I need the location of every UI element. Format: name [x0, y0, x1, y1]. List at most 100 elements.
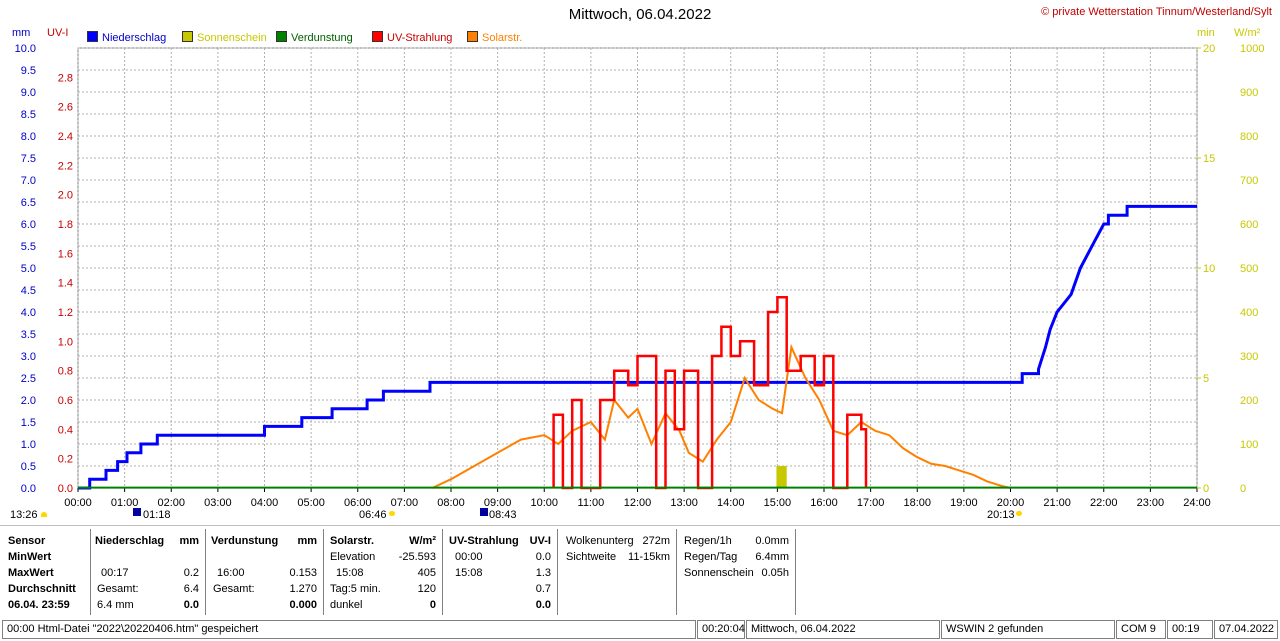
- regen-label1: Regen/1h: [684, 535, 732, 547]
- unit-uv: UV-I: [47, 27, 69, 39]
- unit-min: min: [1197, 27, 1215, 39]
- wm2-tick-label: 200: [1240, 395, 1258, 407]
- x-tick-label: 20:00: [997, 497, 1025, 509]
- nied-title: Niederschlag: [95, 535, 165, 547]
- legend-swatch-icon: [182, 31, 193, 42]
- legend-solar: Solarstr.: [467, 31, 522, 44]
- mm-tick-label: 4.0: [21, 307, 36, 319]
- uv-avg-val: 0.0: [535, 599, 551, 611]
- uv-tick-label: 0.0: [58, 483, 73, 495]
- uv-tick-label: 2.0: [58, 190, 73, 202]
- nied-avg-label: 6.4 mm: [97, 599, 134, 611]
- mm-tick-label: 5.0: [21, 263, 36, 275]
- copyright-note: © private Wetterstation Tinnum/Westerlan…: [1041, 6, 1272, 18]
- sonnenschein-bar: [776, 466, 787, 488]
- regen-label2: Regen/Tag: [684, 551, 738, 563]
- wm2-tick-label: 800: [1240, 131, 1258, 143]
- solar-elev-label: Elevation: [330, 551, 376, 563]
- uv-tick-label: 0.4: [58, 424, 73, 436]
- sunrise-icon: [389, 511, 395, 516]
- panel-wolken: Wolkenunterg 272m Sichtweite 11-15km: [558, 529, 677, 615]
- mm-tick-label: 9.0: [21, 87, 36, 99]
- x-tick-label: 02:00: [157, 497, 185, 509]
- solar-dunkel-label: dunkel: [330, 599, 363, 611]
- solar-dunkel-val: 0: [429, 599, 436, 611]
- panel-divider: [0, 525, 1280, 526]
- label-date: 06.04. 23:59: [8, 599, 70, 611]
- nied-avg-val: 0.0: [183, 599, 199, 611]
- mm-tick-label: 3.0: [21, 351, 36, 363]
- unit-mm: mm: [12, 27, 31, 39]
- status-com: COM 9: [1116, 620, 1166, 639]
- x-tick-label: 06:00: [344, 497, 372, 509]
- x-tick-label: 08:00: [437, 497, 465, 509]
- x-tick-label: 17:00: [857, 497, 885, 509]
- uv-tick-label: 0.2: [58, 454, 73, 466]
- legend-swatch-icon: [276, 31, 287, 42]
- verd-max-val: 0.153: [289, 567, 317, 579]
- x-tick-label: 07:00: [391, 497, 419, 509]
- mm-tick-label: 0.0: [21, 483, 36, 495]
- legend-niederschlag: Niederschlag: [87, 31, 166, 44]
- x-tick-label: 03:00: [204, 497, 232, 509]
- mm-tick-label: 1.0: [21, 439, 36, 451]
- mm-tick-label: 7.0: [21, 175, 36, 187]
- uv-max-time: 15:08: [455, 567, 483, 579]
- wm2-tick-label: 500: [1240, 263, 1258, 275]
- sunset-icon: [1016, 511, 1022, 516]
- x-tick-label: 05:00: [297, 497, 325, 509]
- uv-min-time: 00:00: [455, 551, 483, 563]
- marker-sunset: 20:13: [987, 509, 1015, 521]
- moon-icon: [480, 508, 488, 516]
- legend-swatch-icon: [467, 31, 478, 42]
- min-tick-label: 10: [1203, 263, 1215, 275]
- mm-tick-label: 3.5: [21, 329, 36, 341]
- uv-max-val: 1.3: [535, 567, 551, 579]
- x-tick-label: 13:00: [670, 497, 698, 509]
- x-tick-label: 12:00: [624, 497, 652, 509]
- mm-tick-label: 8.5: [21, 109, 36, 121]
- uv-tick-label: 1.6: [58, 248, 73, 260]
- x-tick-label: 11:00: [578, 497, 605, 509]
- legend-sonnenschein: Sonnenschein: [182, 31, 267, 44]
- min-tick-label: 20: [1203, 43, 1215, 55]
- uv-title: UV-Strahlung: [449, 535, 519, 547]
- status-date: Mittwoch, 06.04.2022: [746, 620, 940, 639]
- panel-uv: UV-Strahlung UV-I 00:00 0.0 15:08 1.3 0.…: [443, 529, 558, 615]
- uv-tick-label: 1.4: [58, 278, 73, 290]
- mm-tick-label: 2.0: [21, 395, 36, 407]
- wolk-val1: 272m: [642, 535, 670, 547]
- status-time2: 00:19: [1167, 620, 1213, 639]
- marker-sunrise: 06:46: [359, 509, 387, 521]
- wm2-tick-label: 600: [1240, 219, 1258, 231]
- regen-val3: 0.05h: [761, 567, 789, 579]
- nied-unit: mm: [179, 535, 199, 547]
- mm-tick-label: 4.5: [21, 285, 36, 297]
- wolk-label1: Wolkenunterg: [566, 535, 634, 547]
- moon-icon: [133, 508, 141, 516]
- mm-tick-label: 2.5: [21, 373, 36, 385]
- panel-verdunstung: Verdunstung mm 16:00 0.153 Gesamt: 1.270…: [205, 529, 324, 615]
- solar-elev-val: -25.593: [398, 551, 436, 563]
- regen-val1: 0.0mm: [755, 535, 789, 547]
- wm2-tick-label: 1000: [1240, 43, 1264, 55]
- uv-tick-label: 1.2: [58, 307, 73, 319]
- wm2-tick-label: 0: [1240, 483, 1246, 495]
- nied-max-time: 00:17: [101, 567, 129, 579]
- status-wswin: WSWIN 2 gefunden: [941, 620, 1115, 639]
- mm-tick-label: 1.5: [21, 417, 36, 429]
- panel-labels: Sensor MinWert MaxWert Durchschnitt 06.0…: [4, 529, 86, 615]
- verd-unit: mm: [297, 535, 317, 547]
- x-tick-label: 24:00: [1183, 497, 1211, 509]
- nied-max-val: 0.2: [183, 567, 199, 579]
- mm-tick-label: 6.0: [21, 219, 36, 231]
- solar-unit: W/m²: [409, 535, 436, 547]
- x-tick-label: 22:00: [1090, 497, 1118, 509]
- min-tick-label: 5: [1203, 373, 1209, 385]
- legend-verdunstung: Verdunstung: [276, 31, 353, 44]
- label-sensor: Sensor: [8, 535, 46, 547]
- status-file: 00:00 Html-Datei "2022\20220406.htm" ges…: [2, 620, 696, 639]
- wolk-label2: Sichtweite: [566, 551, 617, 563]
- uv-tick-label: 2.8: [58, 72, 73, 84]
- uv-tick-label: 2.4: [58, 131, 73, 143]
